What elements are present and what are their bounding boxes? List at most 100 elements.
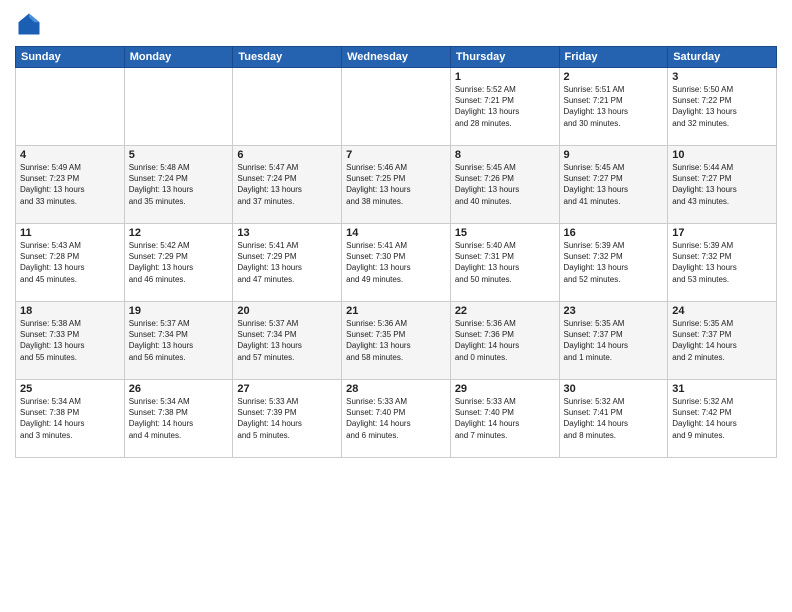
day-info: Sunrise: 5:51 AM Sunset: 7:21 PM Dayligh…: [564, 84, 664, 129]
day-info: Sunrise: 5:47 AM Sunset: 7:24 PM Dayligh…: [237, 162, 337, 207]
day-cell: 27Sunrise: 5:33 AM Sunset: 7:39 PM Dayli…: [233, 380, 342, 458]
day-info: Sunrise: 5:43 AM Sunset: 7:28 PM Dayligh…: [20, 240, 120, 285]
day-cell: 21Sunrise: 5:36 AM Sunset: 7:35 PM Dayli…: [342, 302, 451, 380]
day-number: 15: [455, 227, 555, 239]
day-number: 31: [672, 383, 772, 395]
weekday-saturday: Saturday: [668, 47, 777, 68]
day-info: Sunrise: 5:37 AM Sunset: 7:34 PM Dayligh…: [129, 318, 229, 363]
day-number: 7: [346, 149, 446, 161]
weekday-monday: Monday: [124, 47, 233, 68]
weekday-wednesday: Wednesday: [342, 47, 451, 68]
day-info: Sunrise: 5:33 AM Sunset: 7:40 PM Dayligh…: [346, 396, 446, 441]
day-cell: 23Sunrise: 5:35 AM Sunset: 7:37 PM Dayli…: [559, 302, 668, 380]
day-number: 27: [237, 383, 337, 395]
day-info: Sunrise: 5:35 AM Sunset: 7:37 PM Dayligh…: [672, 318, 772, 363]
day-number: 22: [455, 305, 555, 317]
day-cell: 29Sunrise: 5:33 AM Sunset: 7:40 PM Dayli…: [450, 380, 559, 458]
day-info: Sunrise: 5:40 AM Sunset: 7:31 PM Dayligh…: [455, 240, 555, 285]
day-info: Sunrise: 5:41 AM Sunset: 7:30 PM Dayligh…: [346, 240, 446, 285]
weekday-header-row: SundayMondayTuesdayWednesdayThursdayFrid…: [16, 47, 777, 68]
day-number: 11: [20, 227, 120, 239]
day-cell: 30Sunrise: 5:32 AM Sunset: 7:41 PM Dayli…: [559, 380, 668, 458]
week-row-4: 18Sunrise: 5:38 AM Sunset: 7:33 PM Dayli…: [16, 302, 777, 380]
day-cell: 15Sunrise: 5:40 AM Sunset: 7:31 PM Dayli…: [450, 224, 559, 302]
weekday-sunday: Sunday: [16, 47, 125, 68]
day-cell: 25Sunrise: 5:34 AM Sunset: 7:38 PM Dayli…: [16, 380, 125, 458]
day-cell: [342, 68, 451, 146]
day-number: 25: [20, 383, 120, 395]
logo-icon: [15, 10, 43, 38]
day-number: 20: [237, 305, 337, 317]
day-info: Sunrise: 5:36 AM Sunset: 7:35 PM Dayligh…: [346, 318, 446, 363]
day-cell: 12Sunrise: 5:42 AM Sunset: 7:29 PM Dayli…: [124, 224, 233, 302]
day-cell: 5Sunrise: 5:48 AM Sunset: 7:24 PM Daylig…: [124, 146, 233, 224]
logo: [15, 10, 47, 38]
day-info: Sunrise: 5:34 AM Sunset: 7:38 PM Dayligh…: [20, 396, 120, 441]
week-row-1: 1Sunrise: 5:52 AM Sunset: 7:21 PM Daylig…: [16, 68, 777, 146]
day-number: 28: [346, 383, 446, 395]
day-cell: 3Sunrise: 5:50 AM Sunset: 7:22 PM Daylig…: [668, 68, 777, 146]
day-number: 2: [564, 71, 664, 83]
day-number: 5: [129, 149, 229, 161]
day-info: Sunrise: 5:45 AM Sunset: 7:26 PM Dayligh…: [455, 162, 555, 207]
day-cell: [16, 68, 125, 146]
day-number: 1: [455, 71, 555, 83]
day-cell: 16Sunrise: 5:39 AM Sunset: 7:32 PM Dayli…: [559, 224, 668, 302]
day-cell: 22Sunrise: 5:36 AM Sunset: 7:36 PM Dayli…: [450, 302, 559, 380]
day-cell: 20Sunrise: 5:37 AM Sunset: 7:34 PM Dayli…: [233, 302, 342, 380]
day-number: 23: [564, 305, 664, 317]
day-info: Sunrise: 5:38 AM Sunset: 7:33 PM Dayligh…: [20, 318, 120, 363]
day-info: Sunrise: 5:39 AM Sunset: 7:32 PM Dayligh…: [564, 240, 664, 285]
day-number: 19: [129, 305, 229, 317]
day-cell: 13Sunrise: 5:41 AM Sunset: 7:29 PM Dayli…: [233, 224, 342, 302]
day-info: Sunrise: 5:32 AM Sunset: 7:41 PM Dayligh…: [564, 396, 664, 441]
day-number: 13: [237, 227, 337, 239]
day-number: 6: [237, 149, 337, 161]
day-info: Sunrise: 5:41 AM Sunset: 7:29 PM Dayligh…: [237, 240, 337, 285]
day-cell: 19Sunrise: 5:37 AM Sunset: 7:34 PM Dayli…: [124, 302, 233, 380]
day-cell: 17Sunrise: 5:39 AM Sunset: 7:32 PM Dayli…: [668, 224, 777, 302]
day-info: Sunrise: 5:32 AM Sunset: 7:42 PM Dayligh…: [672, 396, 772, 441]
header: [15, 10, 777, 38]
calendar-table: SundayMondayTuesdayWednesdayThursdayFrid…: [15, 46, 777, 458]
day-cell: [233, 68, 342, 146]
day-number: 4: [20, 149, 120, 161]
day-cell: 8Sunrise: 5:45 AM Sunset: 7:26 PM Daylig…: [450, 146, 559, 224]
day-number: 12: [129, 227, 229, 239]
day-info: Sunrise: 5:44 AM Sunset: 7:27 PM Dayligh…: [672, 162, 772, 207]
day-info: Sunrise: 5:52 AM Sunset: 7:21 PM Dayligh…: [455, 84, 555, 129]
day-cell: 7Sunrise: 5:46 AM Sunset: 7:25 PM Daylig…: [342, 146, 451, 224]
day-cell: 9Sunrise: 5:45 AM Sunset: 7:27 PM Daylig…: [559, 146, 668, 224]
day-number: 3: [672, 71, 772, 83]
day-cell: 1Sunrise: 5:52 AM Sunset: 7:21 PM Daylig…: [450, 68, 559, 146]
day-info: Sunrise: 5:39 AM Sunset: 7:32 PM Dayligh…: [672, 240, 772, 285]
day-info: Sunrise: 5:33 AM Sunset: 7:40 PM Dayligh…: [455, 396, 555, 441]
day-info: Sunrise: 5:50 AM Sunset: 7:22 PM Dayligh…: [672, 84, 772, 129]
day-cell: 28Sunrise: 5:33 AM Sunset: 7:40 PM Dayli…: [342, 380, 451, 458]
day-cell: 31Sunrise: 5:32 AM Sunset: 7:42 PM Dayli…: [668, 380, 777, 458]
day-number: 29: [455, 383, 555, 395]
day-info: Sunrise: 5:34 AM Sunset: 7:38 PM Dayligh…: [129, 396, 229, 441]
day-cell: 14Sunrise: 5:41 AM Sunset: 7:30 PM Dayli…: [342, 224, 451, 302]
day-cell: 4Sunrise: 5:49 AM Sunset: 7:23 PM Daylig…: [16, 146, 125, 224]
day-info: Sunrise: 5:48 AM Sunset: 7:24 PM Dayligh…: [129, 162, 229, 207]
day-info: Sunrise: 5:35 AM Sunset: 7:37 PM Dayligh…: [564, 318, 664, 363]
weekday-thursday: Thursday: [450, 47, 559, 68]
day-cell: [124, 68, 233, 146]
week-row-5: 25Sunrise: 5:34 AM Sunset: 7:38 PM Dayli…: [16, 380, 777, 458]
day-info: Sunrise: 5:46 AM Sunset: 7:25 PM Dayligh…: [346, 162, 446, 207]
weekday-friday: Friday: [559, 47, 668, 68]
day-info: Sunrise: 5:45 AM Sunset: 7:27 PM Dayligh…: [564, 162, 664, 207]
week-row-2: 4Sunrise: 5:49 AM Sunset: 7:23 PM Daylig…: [16, 146, 777, 224]
day-info: Sunrise: 5:49 AM Sunset: 7:23 PM Dayligh…: [20, 162, 120, 207]
day-number: 17: [672, 227, 772, 239]
day-cell: 18Sunrise: 5:38 AM Sunset: 7:33 PM Dayli…: [16, 302, 125, 380]
day-number: 9: [564, 149, 664, 161]
day-number: 21: [346, 305, 446, 317]
page: SundayMondayTuesdayWednesdayThursdayFrid…: [0, 0, 792, 612]
day-number: 14: [346, 227, 446, 239]
day-cell: 26Sunrise: 5:34 AM Sunset: 7:38 PM Dayli…: [124, 380, 233, 458]
weekday-tuesday: Tuesday: [233, 47, 342, 68]
day-info: Sunrise: 5:33 AM Sunset: 7:39 PM Dayligh…: [237, 396, 337, 441]
day-info: Sunrise: 5:37 AM Sunset: 7:34 PM Dayligh…: [237, 318, 337, 363]
